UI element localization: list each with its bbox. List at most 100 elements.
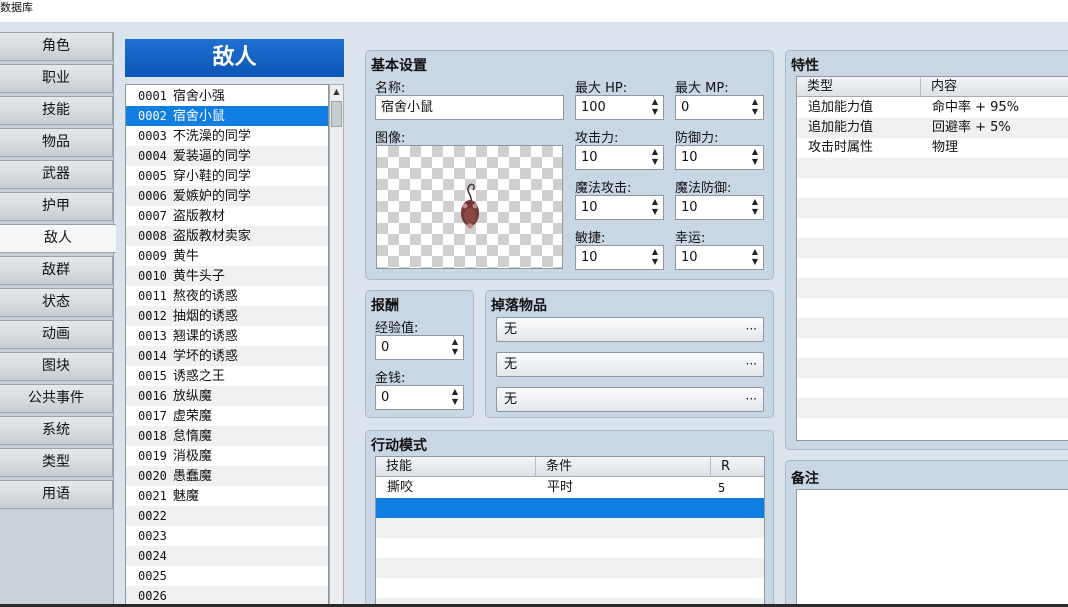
action-patterns-table[interactable]: 技能 条件 R 撕咬 平时 5 [375,456,765,607]
table-row-empty[interactable] [797,218,1068,238]
magic-attack-stepper[interactable]: 10 ▲ ▼ [575,195,664,220]
list-item[interactable]: 0018 怠惰魔 [126,426,328,446]
table-row-empty[interactable] [797,258,1068,278]
list-item[interactable]: 0003 不洗澡的同学 [126,126,328,146]
tab-14[interactable]: 用语 [0,480,113,509]
enemy-list-scrollbar[interactable]: ▲ [329,84,344,607]
drop-item-2-button[interactable]: 无 ··· [496,352,764,377]
list-item[interactable]: 0013 翘课的诱惑 [126,326,328,346]
table-row-empty[interactable] [797,278,1068,298]
exp-stepper[interactable]: 0 ▲ ▼ [375,335,464,360]
tab-7[interactable]: 敌群 [0,256,113,285]
tab-13[interactable]: 类型 [0,448,113,477]
agility-stepper[interactable]: 10 ▲ ▼ [575,245,664,270]
table-row-empty[interactable] [797,198,1068,218]
list-item[interactable]: 0026 [126,586,328,606]
list-item[interactable]: 0014 学坏的诱惑 [126,346,328,366]
magic-defense-stepper[interactable]: 10 ▲ ▼ [675,195,764,220]
list-item[interactable]: 0016 放纵魔 [126,386,328,406]
list-item[interactable]: 0009 黄牛 [126,246,328,266]
table-row-empty[interactable] [376,518,764,538]
list-item[interactable]: 0015 诱惑之王 [126,366,328,386]
table-row-empty[interactable] [797,378,1068,398]
enemy-name-field[interactable]: 宿舍小鼠 [375,95,564,120]
spin-arrows-icon[interactable]: ▲ ▼ [648,147,662,168]
list-item[interactable]: 0008 盗版教材卖家 [126,226,328,246]
attack-stepper[interactable]: 10 ▲ ▼ [575,145,664,170]
list-item[interactable]: 0023 [126,526,328,546]
list-item[interactable]: 0025 [126,566,328,586]
scroll-up-arrow-icon[interactable]: ▲ [330,85,343,99]
traits-table[interactable]: 类型 内容 追加能力值 命中率 + 95% 追加能力值 回避率 + 5% 攻击时… [796,76,1068,441]
column-header-content[interactable]: 内容 [921,77,1068,97]
spin-arrows-icon[interactable]: ▲ ▼ [648,247,662,268]
drop-item-3-button[interactable]: 无 ··· [496,387,764,412]
spin-arrows-icon[interactable]: ▲ ▼ [448,337,462,358]
column-header-skill[interactable]: 技能 [376,457,536,477]
table-row-empty[interactable] [376,558,764,578]
tab-3[interactable]: 物品 [0,128,113,157]
table-row[interactable]: 追加能力值 命中率 + 95% [797,98,1068,118]
spin-arrows-icon[interactable]: ▲ ▼ [648,197,662,218]
notes-textarea[interactable] [796,489,1068,607]
enemy-image-preview[interactable] [376,145,563,269]
table-row-empty[interactable] [797,418,1068,438]
table-row-empty[interactable] [797,358,1068,378]
spin-arrows-icon[interactable]: ▲ ▼ [748,247,762,268]
list-item[interactable]: 0012 抽烟的诱惑 [126,306,328,326]
luck-stepper[interactable]: 10 ▲ ▼ [675,245,764,270]
max-mp-stepper[interactable]: 0 ▲ ▼ [675,95,764,120]
table-row-empty[interactable] [797,158,1068,178]
table-row-empty[interactable] [797,178,1068,198]
list-item[interactable]: 0021 魅魔 [126,486,328,506]
tab-6[interactable]: 敌人 [0,224,116,253]
table-row-empty[interactable] [376,538,764,558]
list-item[interactable]: 0004 爱装逼的同学 [126,146,328,166]
list-item[interactable]: 0024 [126,546,328,566]
list-item[interactable]: 0011 熬夜的诱惑 [126,286,328,306]
list-item[interactable]: 0005 穿小鞋的同学 [126,166,328,186]
table-row[interactable]: 撕咬 平时 5 [376,478,764,498]
table-row-empty[interactable] [376,578,764,598]
list-item[interactable]: 0019 消极魔 [126,446,328,466]
scroll-thumb[interactable] [331,101,342,127]
table-row-empty[interactable] [797,298,1068,318]
spin-arrows-icon[interactable]: ▲ ▼ [748,147,762,168]
column-header-rating[interactable]: R [711,457,764,477]
table-row-empty[interactable] [797,238,1068,258]
tab-0[interactable]: 角色 [0,32,113,61]
tab-9[interactable]: 动画 [0,320,113,349]
tab-2[interactable]: 技能 [0,96,113,125]
tab-5[interactable]: 护甲 [0,192,113,221]
enemy-list[interactable]: 0001 宿舍小强 0002 宿舍小鼠 0003 不洗澡的同学 0004 爱装逼的同学 0005… [125,84,329,607]
table-row-new[interactable] [376,498,764,518]
tab-8[interactable]: 状态 [0,288,113,317]
list-item[interactable]: 0017 虚荣魔 [126,406,328,426]
tab-12[interactable]: 系统 [0,416,113,445]
max-hp-stepper[interactable]: 100 ▲ ▼ [575,95,664,120]
list-item[interactable]: 0007 盗版教材 [126,206,328,226]
spin-arrows-icon[interactable]: ▲ ▼ [648,97,662,118]
spin-arrows-icon[interactable]: ▲ ▼ [448,387,462,408]
spin-arrows-icon[interactable]: ▲ ▼ [748,197,762,218]
column-header-type[interactable]: 类型 [797,77,921,97]
defense-stepper[interactable]: 10 ▲ ▼ [675,145,764,170]
tab-10[interactable]: 图块 [0,352,113,381]
table-row[interactable]: 攻击时属性 物理 [797,138,1068,158]
gold-stepper[interactable]: 0 ▲ ▼ [375,385,464,410]
tab-11[interactable]: 公共事件 [0,384,113,413]
list-item[interactable]: 0022 [126,506,328,526]
table-row[interactable]: 追加能力值 回避率 + 5% [797,118,1068,138]
table-row-empty[interactable] [797,338,1068,358]
list-item[interactable]: 0006 爱嫉妒的同学 [126,186,328,206]
drop-item-1-button[interactable]: 无 ··· [496,317,764,342]
list-item[interactable]: 0001 宿舍小强 [126,86,328,106]
column-header-condition[interactable]: 条件 [536,457,711,477]
spin-arrows-icon[interactable]: ▲ ▼ [748,97,762,118]
table-row-empty[interactable] [797,398,1068,418]
list-item[interactable]: 0020 愚蠢魔 [126,466,328,486]
tab-1[interactable]: 职业 [0,64,113,93]
list-item[interactable]: 0002 宿舍小鼠 [126,106,328,126]
table-row-empty[interactable] [797,318,1068,338]
tab-4[interactable]: 武器 [0,160,113,189]
